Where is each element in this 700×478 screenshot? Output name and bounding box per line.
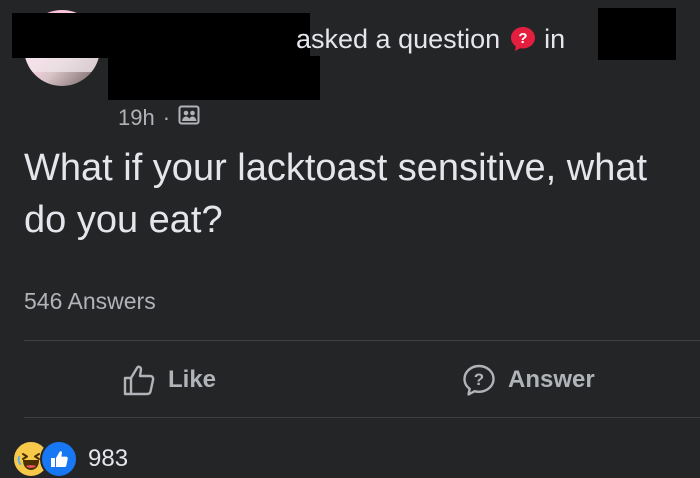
redacted-author-name-line2 [108,56,320,100]
redacted-group-name [598,8,676,60]
divider-bottom [24,417,700,418]
post-meta: 19h · [118,104,200,132]
reactions-summary[interactable]: 983 [12,440,128,478]
like-reaction-icon [40,440,78,478]
like-button[interactable]: Like [122,360,216,400]
divider-top [24,340,700,341]
redacted-author-name [12,13,310,58]
group-audience-icon [178,104,200,132]
svg-text:?: ? [474,370,484,389]
in-group-text: in [544,23,566,54]
answer-button-label: Answer [508,366,595,393]
meta-separator: · [162,105,171,130]
question-post: asked a question ? in 19h · What if your… [0,0,700,478]
post-timestamp[interactable]: 19h [118,105,155,131]
answers-count[interactable]: 546 Answers [24,288,156,315]
answer-button[interactable]: ? Answer [462,360,595,400]
answer-bubble-icon: ? [463,364,495,396]
post-header-line: asked a question ? in [296,22,565,56]
like-button-label: Like [168,366,217,393]
question-text: What if your lacktoast sensitive, what d… [24,147,648,241]
svg-text:?: ? [519,30,528,47]
reaction-count: 983 [88,445,129,472]
thumbs-up-icon [123,365,155,396]
question-badge-icon: ? [510,26,536,52]
asked-question-text: asked a question [296,23,501,54]
